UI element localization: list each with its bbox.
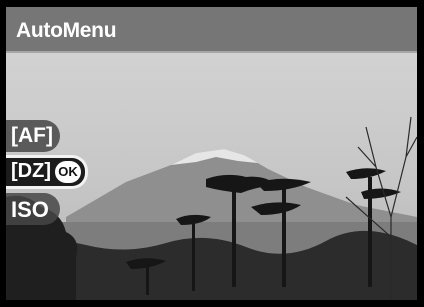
ok-button-icon: OK [55,161,81,183]
page-title: AutoMenu [16,19,117,42]
dz-mode-icon: [DZ] [11,160,51,182]
iso-icon: ISO [11,197,49,222]
title-bar: AutoMenu [6,7,417,53]
camera-display-frame: AutoMenu [AF] [DZ] OK ISO [0,0,424,307]
af-mode-icon: [AF] [11,124,53,147]
camera-screen: AutoMenu [AF] [DZ] OK ISO [6,7,417,300]
